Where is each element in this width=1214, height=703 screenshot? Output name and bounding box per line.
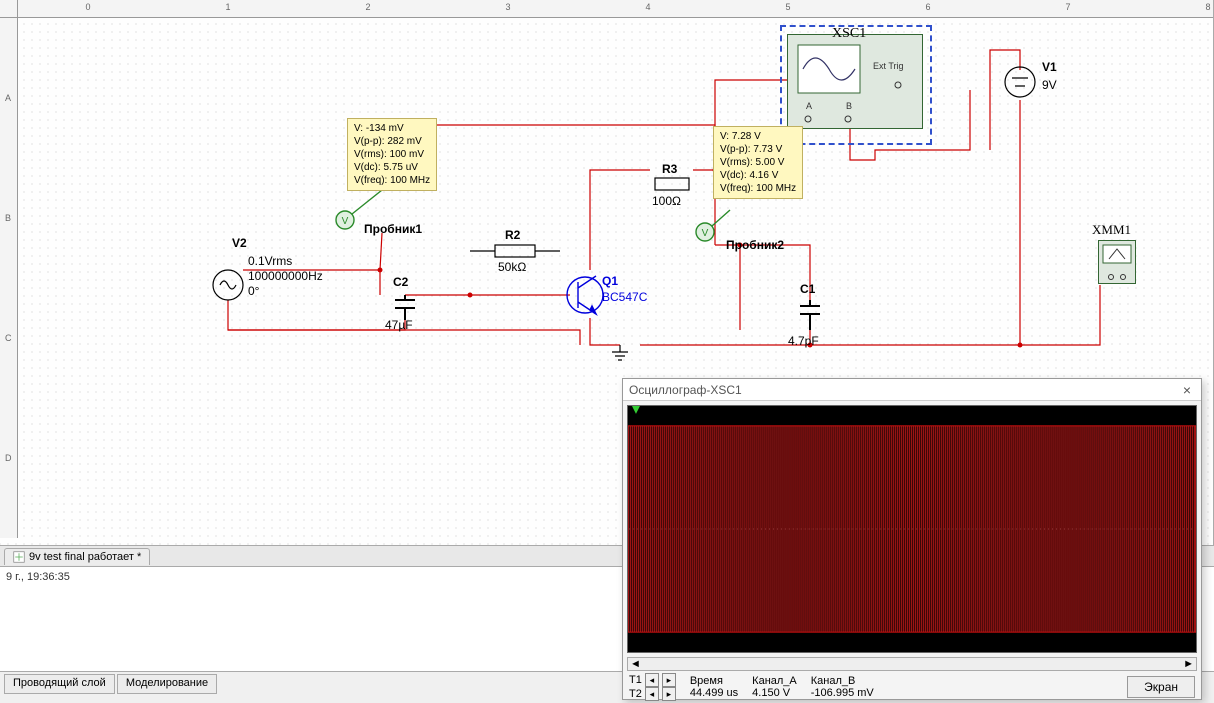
cursor-t2-right-button[interactable]: ▸ (662, 687, 676, 701)
instrument-multimeter[interactable] (1098, 240, 1136, 284)
label-r3-val: 100Ω (652, 194, 681, 208)
instrument-oscilloscope[interactable]: A B Ext Trig (787, 34, 923, 129)
label-q1-ref: Q1 (602, 274, 618, 288)
label-c1-val: 4.7pF (788, 334, 819, 348)
screen-button[interactable]: Экран (1127, 676, 1195, 698)
schematic-icon (13, 551, 25, 563)
label-xsc1: XSC1 (832, 26, 866, 42)
label-v2-vrms: 0.1Vrms (248, 254, 292, 268)
xsc1-ext-trig-label: Ext Trig (873, 61, 904, 71)
label-r2-ref: R2 (505, 228, 520, 242)
label-v2-phase: 0° (248, 284, 259, 298)
scroll-left-icon[interactable]: ◄ (630, 658, 641, 670)
readout-t1-cha: 4.150 V (752, 687, 797, 699)
label-c2-ref: C2 (393, 275, 408, 289)
cursor-t1-label: T1 (629, 674, 642, 686)
svg-text:V: V (342, 216, 349, 227)
oscilloscope-titlebar[interactable]: Осциллограф-XSC1 × (623, 379, 1201, 401)
readout-col-time: Время (690, 675, 738, 687)
label-probe2: Пробник2 (726, 238, 784, 252)
oscilloscope-horizontal-scrollbar[interactable]: ◄ ► (627, 657, 1197, 671)
cursor-t2-left-button[interactable]: ◂ (645, 687, 659, 701)
oscilloscope-screen[interactable] (627, 405, 1197, 653)
probe1-tooltip: V: -134 mV V(p-p): 282 mV V(rms): 100 mV… (347, 118, 437, 191)
design-tab[interactable]: 9v test final работает * (4, 548, 150, 565)
label-v2-ref: V2 (232, 236, 247, 250)
close-icon[interactable]: × (1179, 382, 1195, 398)
label-c1-ref: C1 (800, 282, 815, 296)
label-v1-ref: V1 (1042, 60, 1057, 74)
label-xmm1: XMM1 (1092, 222, 1131, 238)
bottom-tab-layer[interactable]: Проводящий слой (4, 674, 115, 694)
design-tab-label: 9v test final работает * (29, 551, 141, 563)
label-r2-val: 50kΩ (498, 260, 526, 274)
readout-col-chb: Канал_В (811, 675, 874, 687)
label-r3-ref: R3 (662, 162, 677, 176)
probe2-tooltip: V: 7.28 V V(p-p): 7.73 V V(rms): 5.00 V … (713, 126, 803, 199)
label-q1-val: BC547C (602, 290, 647, 304)
label-v2-freq: 100000000Hz (248, 269, 323, 283)
svg-text:V: V (702, 228, 709, 239)
cursor-t1-left-button[interactable]: ◂ (645, 673, 659, 687)
label-v1-val: 9V (1042, 78, 1057, 92)
cursor-labels: T1 ◂ ▸ T2 ◂ ▸ (629, 673, 676, 701)
oscilloscope-title-label: Осциллограф-XSC1 (629, 383, 742, 397)
label-probe1: Пробник1 (364, 222, 422, 236)
bottom-tab-sim[interactable]: Моделирование (117, 674, 217, 694)
cursor-t2-label: T2 (629, 688, 642, 700)
oscilloscope-window[interactable]: Осциллограф-XSC1 × ◄ ► (622, 378, 1202, 700)
readout-t1-chb: -106.995 mV (811, 687, 874, 699)
scroll-right-icon[interactable]: ► (1183, 658, 1194, 670)
cursor-t1-right-button[interactable]: ▸ (662, 673, 676, 687)
xsc1-port-a-label: A (806, 101, 812, 111)
readout-t1-time: 44.499 us (690, 687, 738, 699)
xsc1-port-b-label: B (846, 101, 852, 111)
oscilloscope-readout: T1 ◂ ▸ T2 ◂ ▸ Время 44.499 us Канал_А 4.… (623, 671, 1201, 703)
label-c2-val: 47µF (385, 318, 413, 332)
readout-col-cha: Канал_А (752, 675, 797, 687)
